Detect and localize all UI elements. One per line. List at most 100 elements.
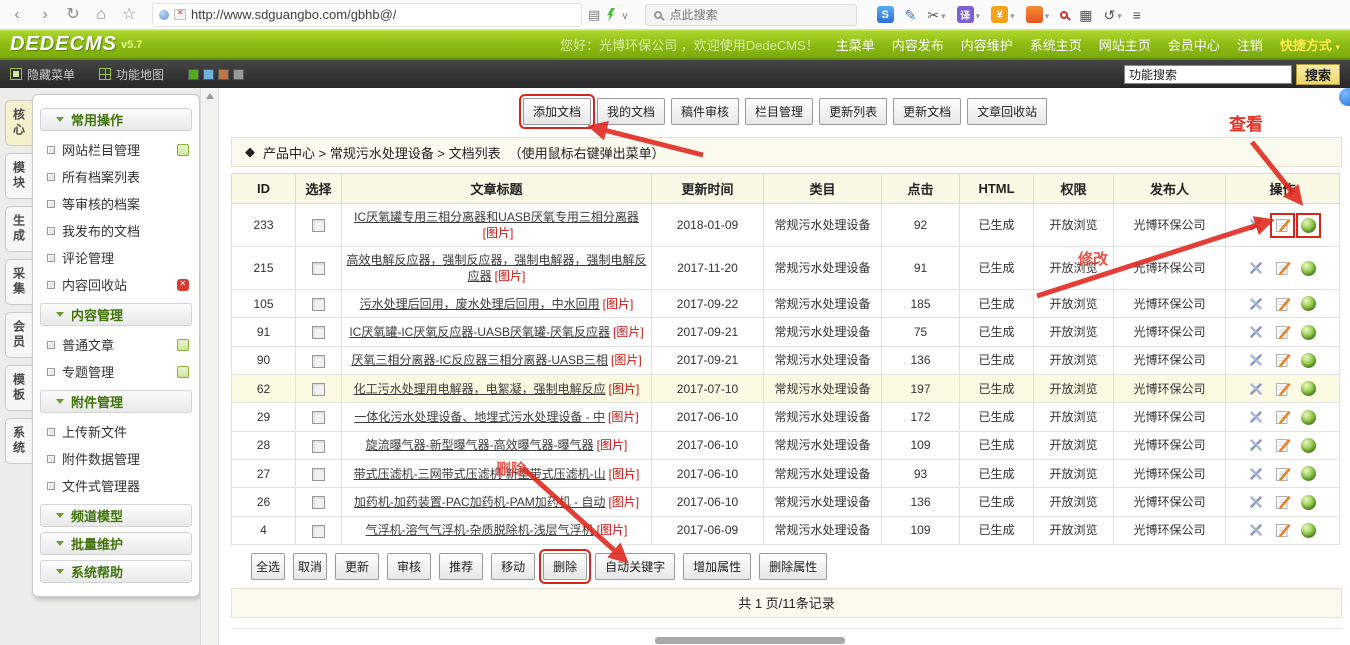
brush-icon[interactable]: ✎ — [905, 8, 917, 22]
sidebar-section-header[interactable]: 频道模型 — [40, 504, 192, 527]
view-icon[interactable] — [1300, 409, 1317, 426]
home-icon[interactable]: ⌂ — [90, 7, 112, 23]
breadcrumb-path[interactable]: 产品中心 > 常规污水处理设备 > 文档列表 — [263, 143, 501, 162]
module-tab[interactable]: 会员 — [5, 312, 32, 358]
sidebar-item[interactable]: 普通文章 — [40, 331, 192, 358]
shortcut-menu[interactable]: 快捷方式 ▾ — [1280, 35, 1340, 54]
document-title-link[interactable]: 一体化污水处理设备、地埋式污水处理设备 - 中 — [354, 410, 605, 424]
horizontal-scrollbar[interactable] — [655, 637, 845, 644]
back-icon[interactable]: ‹ — [6, 7, 28, 23]
module-tab[interactable]: 核心 — [5, 100, 32, 146]
hide-menu-button[interactable]: 隐藏菜单 — [10, 66, 75, 83]
tools-icon[interactable] — [1248, 324, 1265, 341]
function-search-input[interactable] — [1124, 65, 1292, 84]
tools-icon[interactable] — [1248, 494, 1265, 511]
view-icon[interactable] — [1300, 380, 1317, 397]
tools-icon[interactable] — [1248, 409, 1265, 426]
toolbar-button[interactable]: 更新文档 — [893, 98, 961, 125]
tools-icon[interactable] — [1248, 380, 1265, 397]
theme-swatch[interactable] — [203, 69, 214, 80]
scroll-up-icon[interactable] — [206, 93, 214, 99]
magnifier-icon[interactable] — [1060, 11, 1068, 19]
row-checkbox[interactable] — [312, 326, 325, 339]
sogou-icon[interactable]: S — [877, 6, 894, 23]
document-title-link[interactable]: IC厌氧罐-IC厌氧反应器-UASB厌氧罐-厌氧反应器 — [349, 325, 610, 339]
toolbar-button[interactable]: 添加文档 — [523, 98, 591, 125]
sidebar-item[interactable]: 我发布的文档 — [40, 217, 192, 244]
grid-icon[interactable]: ▦ — [1079, 8, 1092, 22]
sidebar-item[interactable]: 等审核的档案 — [40, 190, 192, 217]
view-icon[interactable] — [1300, 217, 1317, 234]
sidebar-section-header[interactable]: 常用操作 — [40, 108, 192, 131]
category-link[interactable]: 常规污水处理设备 — [774, 297, 870, 311]
url-text[interactable]: http://www.sdguangbo.com/gbhb@/ — [191, 7, 396, 22]
address-bar[interactable]: http://www.sdguangbo.com/gbhb@/ — [152, 3, 582, 27]
batch-action-button[interactable]: 推荐 — [439, 553, 483, 580]
refresh-icon[interactable]: ↻ — [62, 7, 84, 23]
image-tag[interactable]: [图片] — [613, 325, 644, 339]
edit-icon[interactable] — [1274, 522, 1291, 539]
toolbar-button[interactable]: 稿件审核 — [671, 98, 739, 125]
browser-search-input[interactable] — [668, 7, 828, 23]
view-icon[interactable] — [1300, 522, 1317, 539]
category-link[interactable]: 常规污水处理设备 — [774, 218, 870, 232]
sidebar-item[interactable]: 文件式管理器 — [40, 472, 192, 499]
row-checkbox[interactable] — [312, 262, 325, 275]
image-tag[interactable]: [图片] — [603, 297, 634, 311]
image-tag[interactable]: [图片] — [483, 226, 514, 240]
view-icon[interactable] — [1300, 352, 1317, 369]
edit-icon[interactable] — [1274, 437, 1291, 454]
view-icon[interactable] — [1300, 295, 1317, 312]
document-title-link[interactable]: 加药机-加药装置-PAC加药机-PAM加药机 - 自动 — [354, 495, 606, 509]
category-link[interactable]: 常规污水处理设备 — [774, 353, 870, 367]
module-tab[interactable]: 采集 — [5, 259, 32, 305]
category-link[interactable]: 常规污水处理设备 — [774, 382, 870, 396]
tools-icon[interactable] — [1248, 437, 1265, 454]
image-tag[interactable]: [图片] — [495, 269, 526, 283]
category-link[interactable]: 常规污水处理设备 — [774, 261, 870, 275]
function-map-button[interactable]: 功能地图 — [99, 66, 164, 83]
batch-action-button[interactable]: 更新 — [335, 553, 379, 580]
function-search-button[interactable]: 搜索 — [1296, 64, 1340, 85]
edit-icon[interactable] — [1274, 409, 1291, 426]
category-link[interactable]: 常规污水处理设备 — [774, 325, 870, 339]
menu-icon[interactable]: ≡ — [1133, 8, 1141, 22]
batch-action-button[interactable]: 全选 — [251, 553, 285, 580]
panel-icon[interactable]: ▤ — [588, 8, 600, 21]
document-title-link[interactable]: 旋流曝气器-新型曝气器-高效曝气器-曝气器 — [366, 438, 594, 452]
sidebar-item[interactable]: 所有档案列表 — [40, 163, 192, 190]
toolbar-button[interactable]: 我的文档 — [597, 98, 665, 125]
row-checkbox[interactable] — [312, 219, 325, 232]
sidebar-section-header[interactable]: 内容管理 — [40, 303, 192, 326]
image-tag[interactable]: [图片] — [611, 353, 642, 367]
translate-extension[interactable]: 译 — [957, 6, 981, 24]
sidebar-scrollbar[interactable] — [200, 88, 219, 645]
sidebar-item[interactable]: 专题管理 — [40, 358, 192, 385]
header-menu-item[interactable]: 主菜单 — [836, 35, 875, 54]
image-tag[interactable]: [图片] — [597, 523, 628, 537]
view-icon[interactable] — [1300, 437, 1317, 454]
row-checkbox[interactable] — [312, 496, 325, 509]
batch-action-button[interactable]: 取消 — [293, 553, 327, 580]
document-title-link[interactable]: 气浮机-溶气气浮机-杂质脱除机-浅层气浮机 — [366, 523, 594, 537]
hot-extension[interactable] — [1026, 6, 1050, 24]
batch-action-button[interactable]: 移动 — [491, 553, 535, 580]
batch-action-button[interactable]: 删除 — [543, 553, 587, 580]
header-menu-item[interactable]: 注销 — [1237, 35, 1263, 54]
image-tag[interactable]: [图片] — [609, 382, 640, 396]
view-icon[interactable] — [1300, 465, 1317, 482]
module-tab[interactable]: 生成 — [5, 206, 32, 252]
edit-icon[interactable] — [1274, 324, 1291, 341]
sidebar-item[interactable]: 内容回收站 — [40, 271, 192, 298]
category-link[interactable]: 常规污水处理设备 — [774, 467, 870, 481]
edit-icon[interactable] — [1274, 260, 1291, 277]
tools-icon[interactable] — [1248, 295, 1265, 312]
image-tag[interactable]: [图片] — [609, 467, 640, 481]
document-title-link[interactable]: 污水处理后回用，废水处理后回用，中水回用 — [360, 297, 600, 311]
tools-icon[interactable] — [1248, 522, 1265, 539]
sidebar-section-header[interactable]: 批量维护 — [40, 532, 192, 555]
sidebar-item[interactable]: 评论管理 — [40, 244, 192, 271]
row-checkbox[interactable] — [312, 468, 325, 481]
tools-icon[interactable] — [1248, 465, 1265, 482]
view-icon[interactable] — [1300, 324, 1317, 341]
